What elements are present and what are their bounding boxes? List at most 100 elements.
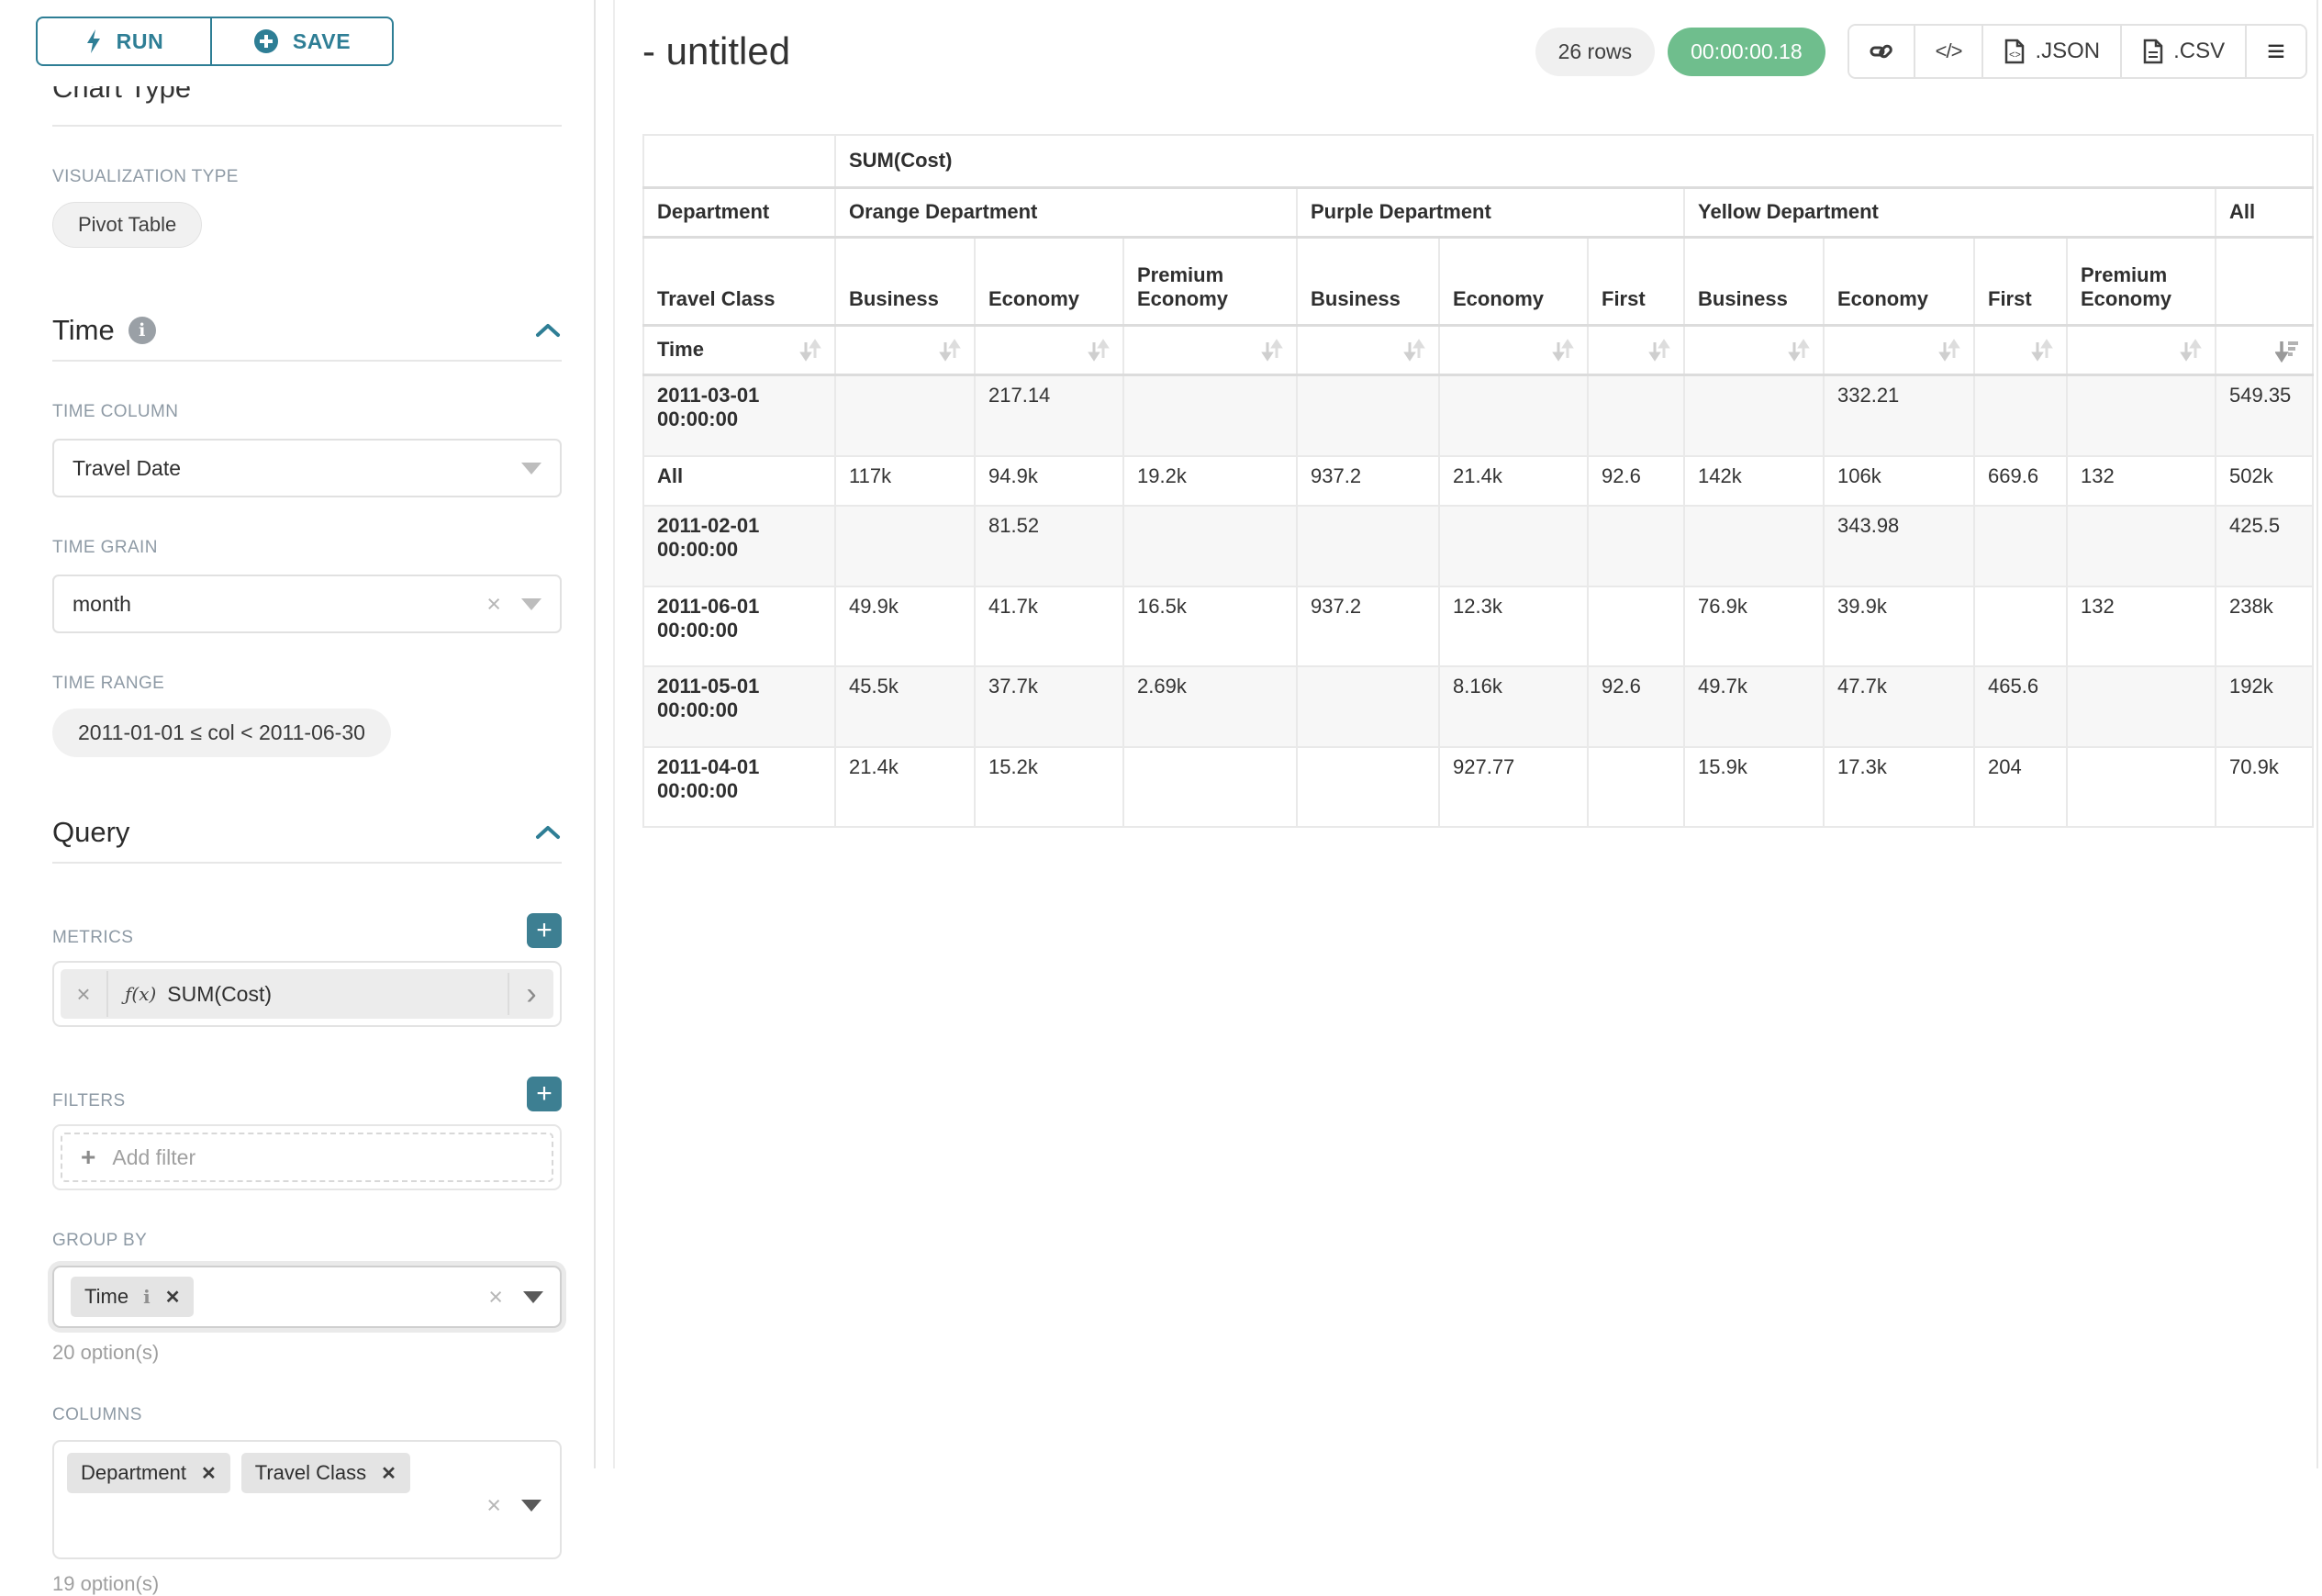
pivot-value-cell: 21.4k bbox=[1439, 456, 1588, 506]
control-panel: RUN SAVE Chart Type VISUALIZATION TYPE P… bbox=[0, 0, 596, 1468]
menu-button[interactable]: ≡ bbox=[2245, 26, 2305, 77]
pivot-value-cell: 502k bbox=[2216, 456, 2313, 506]
travel-class-header[interactable]: First bbox=[1974, 237, 2067, 325]
link-icon bbox=[1870, 39, 1893, 63]
department-group-header[interactable]: Purple Department bbox=[1297, 187, 1684, 237]
export-json-button[interactable]: <> .JSON bbox=[1982, 26, 2120, 77]
pivot-value-cell: 45.5k bbox=[835, 666, 975, 747]
travel-class-header[interactable]: Economy bbox=[1439, 237, 1588, 325]
pivot-value-cell: 106k bbox=[1824, 456, 1974, 506]
pivot-value-cell: 132 bbox=[2067, 456, 2216, 506]
travel-class-header[interactable]: Business bbox=[1297, 237, 1439, 325]
pivot-value-cell: 204 bbox=[1974, 747, 2067, 827]
chevron-up-icon bbox=[534, 824, 562, 841]
travel-class-header[interactable]: Economy bbox=[1824, 237, 1974, 325]
sort-toggle[interactable] bbox=[1684, 325, 1824, 374]
travel-class-header-row: Travel ClassBusinessEconomyPremium Econo… bbox=[643, 237, 2313, 325]
share-link-button[interactable] bbox=[1849, 26, 1914, 77]
pivot-value-cell bbox=[1123, 747, 1297, 827]
tag-info-icon[interactable]: i bbox=[143, 1286, 151, 1308]
section-divider bbox=[52, 360, 562, 362]
json-file-icon: <> bbox=[2004, 39, 2026, 64]
run-button-label: RUN bbox=[117, 29, 164, 54]
section-divider bbox=[52, 862, 562, 864]
sort-toggle[interactable] bbox=[975, 325, 1123, 374]
pivot-value-cell bbox=[1297, 666, 1439, 747]
clear-icon[interactable]: × bbox=[486, 592, 501, 617]
sort-toggle-time[interactable]: Time bbox=[643, 325, 835, 374]
pivot-value-cell bbox=[1439, 374, 1588, 456]
pivot-value-cell bbox=[1297, 374, 1439, 456]
pivot-row-label: 2011-04-01 00:00:00 bbox=[643, 747, 835, 827]
time-column-select[interactable]: Travel Date bbox=[52, 439, 562, 497]
department-group-header[interactable]: Yellow Department bbox=[1684, 187, 2216, 237]
add-metric-button[interactable]: + bbox=[527, 913, 562, 948]
clear-icon[interactable]: × bbox=[488, 1285, 503, 1310]
columns-select[interactable]: Department✕Travel Class✕ × bbox=[52, 1440, 562, 1559]
sort-toggle[interactable] bbox=[1439, 325, 1588, 374]
corner-cell bbox=[643, 135, 835, 187]
pivot-value-cell: 142k bbox=[1684, 456, 1824, 506]
run-button[interactable]: RUN bbox=[36, 17, 212, 66]
export-csv-button[interactable]: .CSV bbox=[2120, 26, 2245, 77]
pivot-value-cell: 343.98 bbox=[1824, 506, 1974, 586]
sort-toggle[interactable] bbox=[1824, 325, 1974, 374]
tag-remove-icon[interactable]: ✕ bbox=[201, 1462, 217, 1485]
pivot-value-cell: 238k bbox=[2216, 586, 2313, 666]
tag-remove-icon[interactable]: ✕ bbox=[381, 1462, 396, 1485]
add-filter-plus-button[interactable]: + bbox=[527, 1077, 562, 1111]
pivot-value-cell: 92.6 bbox=[1588, 456, 1684, 506]
pivot-value-cell: 937.2 bbox=[1297, 586, 1439, 666]
travel-class-header[interactable]: Economy bbox=[975, 237, 1123, 325]
time-range-pill[interactable]: 2011-01-01 ≤ col < 2011-06-30 bbox=[52, 709, 391, 757]
sort-icon bbox=[939, 338, 961, 363]
sort-icon bbox=[1938, 338, 1960, 363]
tag-remove-icon[interactable]: ✕ bbox=[165, 1286, 181, 1309]
time-section-header[interactable]: Time i bbox=[52, 314, 562, 347]
travel-class-header[interactable]: Premium Economy bbox=[2067, 237, 2216, 325]
plus-icon: + bbox=[81, 1143, 95, 1172]
chart-title[interactable]: - untitled bbox=[642, 29, 790, 73]
viz-type-label: VISUALIZATION TYPE bbox=[52, 167, 562, 187]
pivot-value-cell bbox=[1588, 374, 1684, 456]
pivot-value-cell: 549.35 bbox=[2216, 374, 2313, 456]
query-section-title: Query bbox=[52, 816, 129, 849]
travel-class-header[interactable]: Premium Economy bbox=[1123, 237, 1297, 325]
pivot-value-cell: 669.6 bbox=[1974, 456, 2067, 506]
pivot-value-cell: 47.7k bbox=[1824, 666, 1974, 747]
travel-class-header[interactable] bbox=[2216, 237, 2313, 325]
add-filter-button[interactable]: + Add filter bbox=[61, 1133, 553, 1182]
clear-icon[interactable]: × bbox=[486, 1493, 501, 1518]
sort-toggle[interactable] bbox=[835, 325, 975, 374]
export-button-group: </> <> .JSON .CSV ≡ bbox=[1848, 24, 2307, 79]
sort-toggle[interactable] bbox=[1123, 325, 1297, 374]
sort-toggle[interactable] bbox=[1974, 325, 2067, 374]
sort-icon bbox=[1261, 338, 1283, 363]
pivot-value-cell: 81.52 bbox=[975, 506, 1123, 586]
sort-toggle[interactable] bbox=[1588, 325, 1684, 374]
sort-toggle[interactable] bbox=[2216, 325, 2313, 374]
chevron-right-icon[interactable]: › bbox=[508, 973, 553, 1015]
department-group-header[interactable]: All bbox=[2216, 187, 2313, 237]
pivot-value-cell: 2.69k bbox=[1123, 666, 1297, 747]
view-query-button[interactable]: </> bbox=[1914, 26, 1982, 77]
pivot-row-label: 2011-06-01 00:00:00 bbox=[643, 586, 835, 666]
sort-toggle[interactable] bbox=[2067, 325, 2216, 374]
viz-type-pill[interactable]: Pivot Table bbox=[52, 202, 202, 248]
travel-class-header[interactable]: Business bbox=[1684, 237, 1824, 325]
pivot-value-cell: 15.9k bbox=[1684, 747, 1824, 827]
travel-class-header[interactable]: First bbox=[1588, 237, 1684, 325]
pivot-value-cell: 12.3k bbox=[1439, 586, 1588, 666]
travel-class-header[interactable]: Business bbox=[835, 237, 975, 325]
sort-toggle[interactable] bbox=[1297, 325, 1439, 374]
query-section-header[interactable]: Query bbox=[52, 816, 562, 849]
department-group-header[interactable]: Orange Department bbox=[835, 187, 1297, 237]
query-timer-badge: 00:00:00.18 bbox=[1668, 28, 1825, 76]
remove-metric-icon[interactable]: × bbox=[61, 971, 108, 1017]
time-grain-select[interactable]: month × bbox=[52, 575, 562, 633]
metric-pill[interactable]: × ƒ(x) SUM(Cost) › bbox=[61, 969, 553, 1019]
pivot-value-cell: 937.2 bbox=[1297, 456, 1439, 506]
pivot-value-cell: 49.7k bbox=[1684, 666, 1824, 747]
save-button[interactable]: SAVE bbox=[210, 17, 394, 66]
groupby-select[interactable]: Time i ✕ × bbox=[52, 1266, 562, 1328]
